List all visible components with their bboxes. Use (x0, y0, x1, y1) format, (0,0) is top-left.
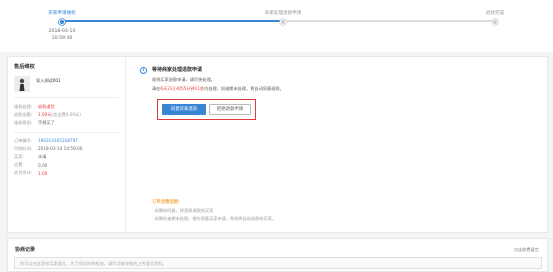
leave-message-link[interactable]: 点击收费留言 (514, 247, 539, 253)
refund-amount: 1.00元 (38, 112, 52, 118)
step-time: 10:59:30 (51, 35, 73, 41)
info-value: 退款退货 (38, 104, 55, 110)
action-button-group: 同意买家退货 拒绝退款申请 (157, 99, 256, 120)
step-dot-active (59, 19, 65, 25)
info-row: 运费: 0.00 (14, 161, 119, 169)
info-value: 2018-03-14 10:59:00 (38, 146, 83, 152)
info-row: 实付合计: 1.00 (14, 169, 119, 177)
info-key: 买家: (14, 154, 24, 160)
info-row: 退款金额: 1.00元(含运费0.00元) (14, 111, 119, 119)
info-key: 退款金额: (14, 112, 33, 118)
notice-deadline: 请在6天23小时55分钟11秒内处理，如逾期未处理，将自动同意退款。 (152, 86, 532, 92)
reminder-item: · 如果你同意，将直接退款给买家 (152, 207, 214, 213)
step-dot (280, 19, 286, 25)
info-key: 维权处理: (14, 104, 33, 110)
negotiation-records: 协商记录 点击收费留言 你可以在这里给买家留言，为了保证你的权益，请尽可能详细的… (7, 238, 548, 272)
step-label: 退款完成 (485, 11, 505, 16)
countdown-timer: 6天23小时55分钟11秒 (160, 86, 205, 91)
main-panel: 售后维权 导入测试001 维权处理: 退款退货 退款金额: 1.00元(含运费0… (7, 56, 548, 233)
shipping-note: (含运费0.00元) (51, 112, 81, 118)
info-icon: i (140, 67, 147, 74)
step-buyer-request: 买家申请维权 2018-03-14 10:59:30 (22, 0, 102, 42)
info-value: 1.00 (38, 170, 48, 176)
step-label: 商家处理退款申请 (264, 11, 302, 16)
info-row: 付款时间: 2018-03-14 10:59:00 (14, 145, 119, 153)
info-value: 0.00 (38, 162, 48, 168)
step-refund-complete: 退款完成 (455, 0, 535, 25)
info-value: 不想买了 (38, 120, 55, 126)
reminder: 订单温馨提醒: · 如果你同意，将直接退款给买家 · 如果你逾期未处理，视作同意… (152, 199, 532, 222)
info-row: 维权处理: 退款退货 (14, 103, 119, 111)
info-key: 运费: (14, 162, 24, 168)
reminder-list: · 如果你同意，将直接退款给买家 · 如果你逾期未处理，视作同意买家申请，系统将… (152, 208, 532, 223)
product-summary: 导入测试001 (14, 76, 119, 98)
records-title: 协商记录 (15, 247, 36, 253)
deadline-post: 内处理，如逾期未处理，将自动同意退款。 (204, 86, 284, 91)
product-name[interactable]: 导入测试001 (36, 78, 61, 84)
info-key: 付款时间: (14, 145, 33, 151)
order-number-link[interactable]: 180314105318797 (38, 138, 78, 143)
info-value: 未填 (38, 154, 47, 160)
agree-return-button[interactable]: 同意买家退货 (162, 104, 206, 115)
notice: 等待商家处理退款申请 收到买家退款申请，请尽快处理。 请在6天23小时55分钟1… (152, 66, 532, 92)
after-sale-panel: 售后维权 导入测试001 维权处理: 退款退货 退款金额: 1.00元(含运费0… (8, 57, 126, 232)
product-thumbnail[interactable] (14, 76, 30, 92)
order-info: 订单编号: 180314105318797 付款时间: 2018-03-14 1… (14, 137, 119, 178)
info-key: 订单编号: (14, 137, 33, 143)
refund-info: 维权处理: 退款退货 退款金额: 1.00元(含运费0.00元) 维权原因: 不… (14, 103, 119, 128)
reject-refund-button[interactable]: 拒绝退款申请 (209, 104, 251, 115)
notice-title: 等待商家处理退款申请 (152, 67, 203, 73)
info-row: 订单编号: 180314105318797 (14, 137, 119, 145)
step-merchant-process: 商家处理退款申请 (243, 0, 323, 25)
divider (14, 128, 119, 133)
panel-title: 售后维权 (14, 64, 35, 70)
refund-action-panel: i 等待商家处理退款申请 收到买家退款申请，请尽快处理。 请在6天23小时55分… (126, 57, 547, 232)
notice-text: 收到买家退款申请，请尽快处理。 (152, 76, 215, 82)
info-key: 实付合计: (14, 170, 33, 176)
info-key: 维权原因: (14, 120, 33, 126)
step-dot (492, 19, 498, 25)
reminder-item: · 如果你逾期未处理，视作同意买家申请，系统将自动退款给买家。 (152, 216, 277, 222)
info-row: 维权原因: 不想买了 (14, 119, 119, 127)
progress-stepper: 买家申请维权 2018-03-14 10:59:30 商家处理退款申请 退款完成 (0, 0, 553, 52)
message-input[interactable]: 你可以在这里给买家留言，为了保证你的权益，请尽可能详细的上传留言资料。 (14, 257, 542, 269)
reminder-title: 订单温馨提醒: (152, 200, 180, 205)
info-row: 买家: 未填 (14, 153, 119, 161)
info-value: 1.00元(含运费0.00元) (38, 112, 81, 118)
step-label: 买家申请维权 (48, 11, 76, 16)
